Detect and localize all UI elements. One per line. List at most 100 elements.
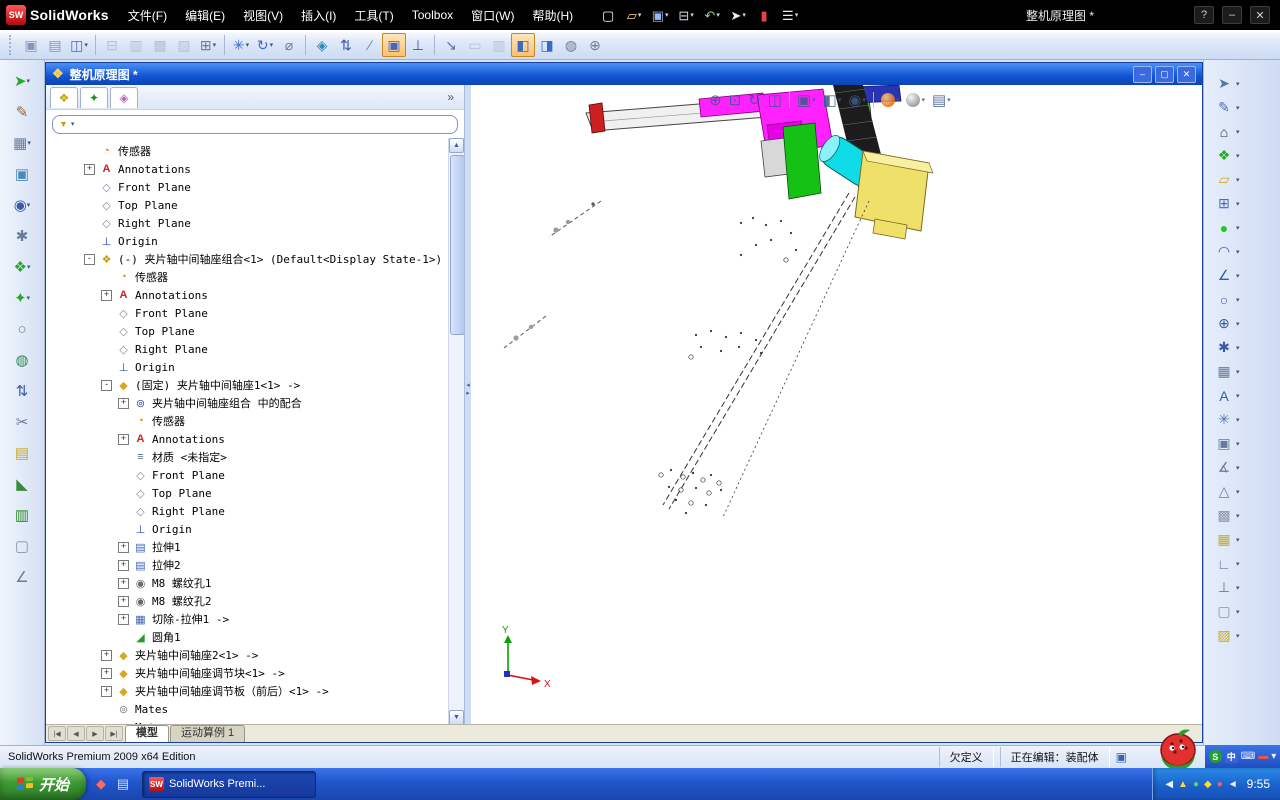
ime-band-icon[interactable]: ▬ (1258, 751, 1268, 762)
perpendicular-tool-icon[interactable]: ⊥ ▾ (1208, 576, 1252, 599)
ime-chinese-icon[interactable]: 中 (1224, 750, 1238, 763)
display-style-icon[interactable]: ◧ ▾ (823, 91, 842, 109)
tree-item[interactable]: ⊥ Origin (84, 358, 449, 376)
tab-model[interactable]: 模型 (125, 725, 169, 742)
tab-nav-icon[interactable]: ▶ (86, 726, 104, 741)
spark-icon[interactable]: ✦ ▾ (3, 285, 41, 311)
tree-item[interactable]: + ▤ 拉伸1 (84, 538, 449, 556)
up-down-icon[interactable]: ⇅ (3, 378, 41, 404)
tree-item[interactable]: + ▤ 拉伸2 (84, 556, 449, 574)
triangle-tool-icon[interactable]: △ ▾ (1208, 480, 1252, 503)
ime-keyboard-icon[interactable]: ⌨ (1241, 751, 1255, 762)
table-grid-icon[interactable]: ▥ (124, 33, 148, 57)
home-view-icon[interactable]: ⌂ ▾ (1208, 120, 1252, 143)
propertymanager-tab[interactable]: ✦ (80, 86, 108, 108)
grid-icon[interactable]: ▦ ▾ (3, 130, 41, 156)
sketch-tool-icon[interactable]: ✎ ▾ (1208, 96, 1252, 119)
open-icon[interactable]: ▱ ▾ (622, 3, 646, 27)
reference-axes-icon[interactable]: ⊥ (406, 33, 430, 57)
scroll-down-icon[interactable]: ▼ (449, 710, 464, 725)
tree-item[interactable]: + A Annotations (84, 430, 449, 448)
gold-book-icon[interactable]: ▤ (3, 440, 41, 466)
zoom-to-fit-icon[interactable]: ⊕ (709, 91, 722, 109)
measure-distance-icon[interactable]: ↘ (439, 33, 463, 57)
tree-item[interactable]: - ◆ (固定) 夹片轴中间轴座1<1> -> (84, 376, 449, 394)
measure-icon[interactable]: ⌀ (277, 33, 301, 57)
edit-appearance-icon[interactable]: ▾ (880, 93, 899, 107)
window-control-icon[interactable]: ✕ (1250, 6, 1270, 24)
grid-settings-icon[interactable]: ⊞ ▾ (196, 33, 220, 57)
parts-library-icon[interactable]: ❖ ▾ (1208, 144, 1252, 167)
toolbar-grip[interactable] (9, 34, 14, 55)
mass-properties-icon[interactable]: ▭ (463, 33, 487, 57)
corner-tool-icon[interactable]: ∟ ▾ (1208, 552, 1252, 575)
menu-item[interactable]: 工具(T) (345, 4, 402, 26)
tray-hide-chevron-icon[interactable]: ◀ (1165, 779, 1173, 790)
document-control-icon[interactable]: ✕ (1177, 65, 1196, 83)
abort-rebuild-icon[interactable]: ▮ (752, 3, 776, 27)
tree-item[interactable]: + ⊚ 夹片轴中间轴座组合 中的配合 (84, 394, 449, 412)
window-pane-right-icon[interactable]: ◨ (535, 33, 559, 57)
section-properties-icon[interactable]: ▥ (487, 33, 511, 57)
tray-alert-icon[interactable]: ● (1217, 779, 1223, 790)
tree-item[interactable]: ◔ 传感器 (84, 268, 449, 286)
copy-icon[interactable]: ▤ (43, 33, 67, 57)
star-tool-icon[interactable]: ✱ ▾ (1208, 336, 1252, 359)
pattern-a-icon[interactable]: ▩ (148, 33, 172, 57)
appearance-sphere-icon[interactable]: ● ▾ (1208, 216, 1252, 239)
scroll-up-icon[interactable]: ▲ (449, 138, 464, 153)
quick-desktop-icon[interactable]: ▤ (114, 775, 132, 793)
scissors-icon[interactable]: ✂ (3, 409, 41, 435)
menu-item[interactable]: 帮助(H) (523, 4, 582, 26)
ime-options-icon[interactable]: ▾ (1271, 751, 1276, 762)
expand-plus-icon[interactable]: + (118, 397, 129, 409)
tree-item[interactable]: ◇ Front Plane (84, 466, 449, 484)
tree-item[interactable]: ⊚ Mates (84, 700, 449, 718)
quick-solidworks-icon[interactable]: ◆ (92, 775, 110, 793)
tree-item[interactable]: + ◆ 夹片轴中间轴座调节块<1> -> (84, 664, 449, 682)
tree-item[interactable]: + A Annotations (84, 286, 449, 304)
gear-icon[interactable]: ✱ (3, 223, 41, 249)
add-view-icon[interactable]: ⊕ (583, 33, 607, 57)
tree-item[interactable]: ◔ 传感器 (84, 142, 449, 160)
tree-filter-input[interactable]: ▼ ▾ (52, 114, 458, 134)
zoom-to-area-icon[interactable]: ⊡ (729, 91, 742, 109)
window-pane-left-icon[interactable]: ◧ (511, 32, 535, 57)
save-icon[interactable]: ▣ ▾ (648, 3, 672, 27)
section-view-icon[interactable]: ◫ (768, 91, 782, 109)
design-library-icon[interactable]: ▱ ▾ (1208, 168, 1252, 191)
window-tool-icon[interactable]: ▣ ▾ (1208, 432, 1252, 455)
tree-item[interactable]: ◇ Top Plane (84, 196, 449, 214)
view-cube-icon[interactable]: ◈ (310, 33, 334, 57)
tree-item[interactable]: + ◆ 夹片轴中间轴座2<1> -> (84, 646, 449, 664)
forward-arrow-icon[interactable]: ➤ ▾ (3, 68, 41, 94)
expand-plus-icon[interactable]: + (101, 649, 112, 661)
new-document-icon[interactable]: ▢ (596, 3, 620, 27)
tree-item[interactable]: ⊥ Origin (84, 232, 449, 250)
configurationmanager-tab[interactable]: ◈ (110, 86, 138, 108)
menu-item[interactable]: 窗口(W) (462, 4, 523, 26)
target-tool-icon[interactable]: ⊕ ▾ (1208, 312, 1252, 335)
gray-box-icon[interactable]: ▢ (3, 533, 41, 559)
tree-item[interactable]: ◢ 圆角1 (84, 628, 449, 646)
tree-item[interactable]: ◇ Right Plane (84, 340, 449, 358)
new-window-icon[interactable]: ◫ ▾ (67, 33, 91, 57)
eye-icon[interactable]: ◉ ▾ (3, 192, 41, 218)
tree-item[interactable]: + ◉ M8 螺纹孔2 (84, 592, 449, 610)
pattern-b-icon[interactable]: ▨ (172, 33, 196, 57)
arc-tool-icon[interactable]: ◠ ▾ (1208, 240, 1252, 263)
green-cube-icon[interactable]: ❖ ▾ (3, 254, 41, 280)
document-control-icon[interactable]: ▢ (1155, 65, 1174, 83)
shaded-sphere-icon[interactable]: ◍ (559, 33, 583, 57)
file-explorer-icon[interactable]: ⊞ ▾ (1208, 192, 1252, 215)
menu-item[interactable]: 插入(I) (292, 4, 345, 26)
tray-shield-icon[interactable]: ▲ (1178, 779, 1188, 790)
featuremanager-tab[interactable]: ❖ (50, 86, 78, 108)
apply-scene-icon[interactable]: ▾ (906, 93, 925, 107)
expand-plus-icon[interactable]: + (118, 577, 129, 589)
menu-item[interactable]: 视图(V) (234, 4, 292, 26)
wedge-icon[interactable]: ◣ (3, 471, 41, 497)
tree-item[interactable]: + ◉ M8 螺纹孔1 (84, 574, 449, 592)
tree-scrollbar[interactable]: ▲ ▼ (448, 138, 464, 725)
undo-icon[interactable]: ↶ ▾ (700, 3, 724, 27)
